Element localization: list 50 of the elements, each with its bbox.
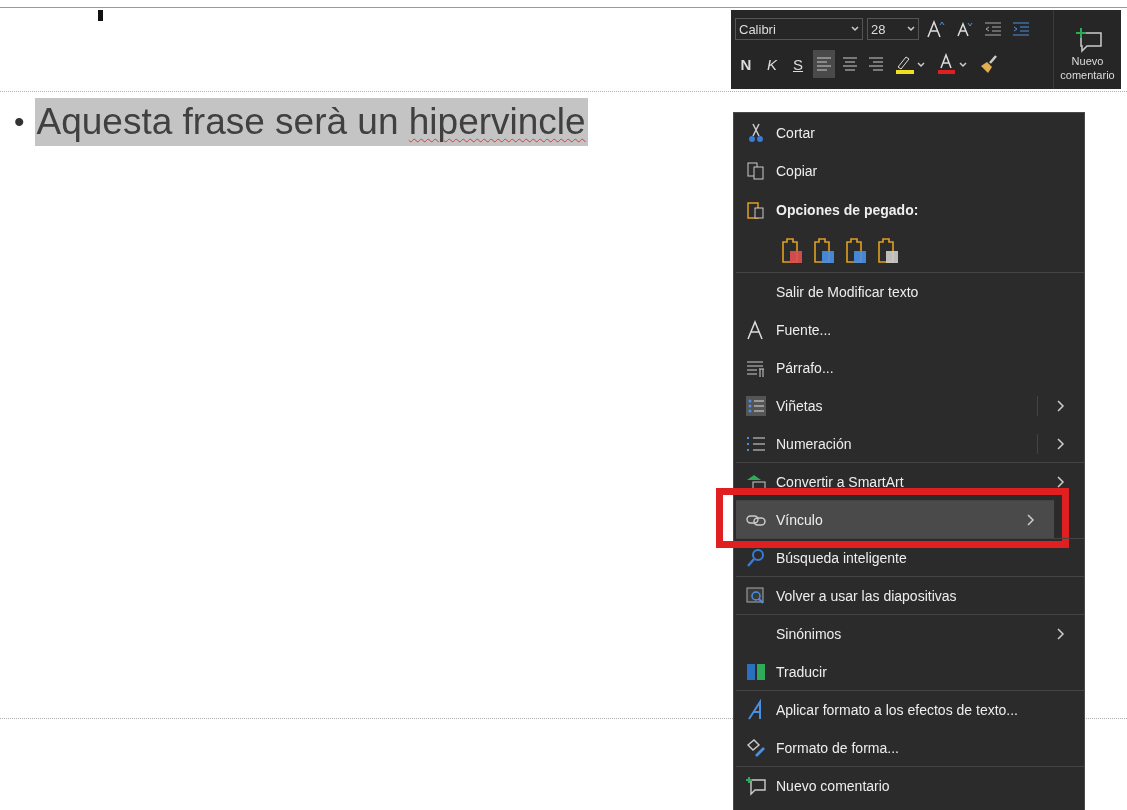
menu-item[interactable]: Numeración xyxy=(736,424,1084,462)
chevron-right-icon xyxy=(1057,475,1065,488)
dropdown-caret-icon xyxy=(907,26,915,32)
chevron-right-icon xyxy=(1057,399,1065,412)
search-icon xyxy=(745,546,767,569)
italic-button[interactable]: K xyxy=(761,50,783,78)
menu-item[interactable]: Volver a usar las diapositivas xyxy=(736,576,1084,614)
shrink-font-icon xyxy=(956,21,974,37)
text-cursor-mark xyxy=(98,10,103,21)
align-icon xyxy=(816,57,832,71)
menu-item[interactable]: Cortar xyxy=(736,113,1084,151)
clipboard-letter-icon[interactable] xyxy=(876,237,900,265)
shape-format-icon xyxy=(745,736,767,759)
clipboard-text-icon[interactable] xyxy=(780,237,804,265)
menu-item[interactable]: Salir de Modificar texto xyxy=(736,272,1084,310)
menu-item[interactable]: Vínculo xyxy=(736,500,1054,538)
indent-icon xyxy=(984,21,1002,37)
font-color-icon xyxy=(936,53,968,75)
new-comment-button[interactable]: Nuevo comentario xyxy=(1053,10,1121,89)
clipboard-picture-icon[interactable] xyxy=(844,237,868,265)
chevron-right-icon xyxy=(1057,627,1065,640)
chevron-right-icon xyxy=(1027,513,1035,526)
align-icon xyxy=(842,57,858,71)
indent-icon xyxy=(1012,21,1030,37)
menu-item[interactable]: Sinónimos xyxy=(736,614,1084,652)
menu-item[interactable]: Opciones de pegado: xyxy=(736,189,1084,229)
menu-item[interactable]: Traducir xyxy=(736,652,1084,690)
menu-item[interactable]: Copiar xyxy=(736,151,1084,189)
menu-item[interactable]: Aplicar formato a los efectos de texto... xyxy=(736,690,1084,728)
font-name-field[interactable]: Calibri xyxy=(735,18,863,40)
menu-item[interactable]: Nuevo comentario xyxy=(736,766,1084,804)
underline-button[interactable]: S xyxy=(787,50,809,78)
clipboard-brush-icon[interactable] xyxy=(812,237,836,265)
slide-text: Aquesta frase serà un hipervincle xyxy=(34,98,588,146)
menu-item[interactable]: Formato de forma... xyxy=(736,728,1084,766)
grow-font-icon xyxy=(926,20,946,38)
bullets-icon xyxy=(745,394,767,417)
font-size-field[interactable]: 28 xyxy=(867,18,919,40)
copy-icon xyxy=(745,159,767,182)
menu-item[interactable]: Párrafo... xyxy=(736,348,1084,386)
comment-icon xyxy=(745,774,767,797)
menu-item[interactable]: Viñetas xyxy=(736,386,1084,424)
chevron-right-icon xyxy=(1057,437,1065,450)
bullet: • xyxy=(14,105,25,139)
align-icon xyxy=(868,57,884,71)
bold-button[interactable]: N xyxy=(735,50,757,78)
menu-item[interactable]: Fuente... xyxy=(736,310,1084,348)
align-button[interactable] xyxy=(813,50,835,78)
menu-item[interactable]: Búsqueda inteligente xyxy=(736,538,1084,576)
dropdown-caret-icon xyxy=(851,26,859,32)
